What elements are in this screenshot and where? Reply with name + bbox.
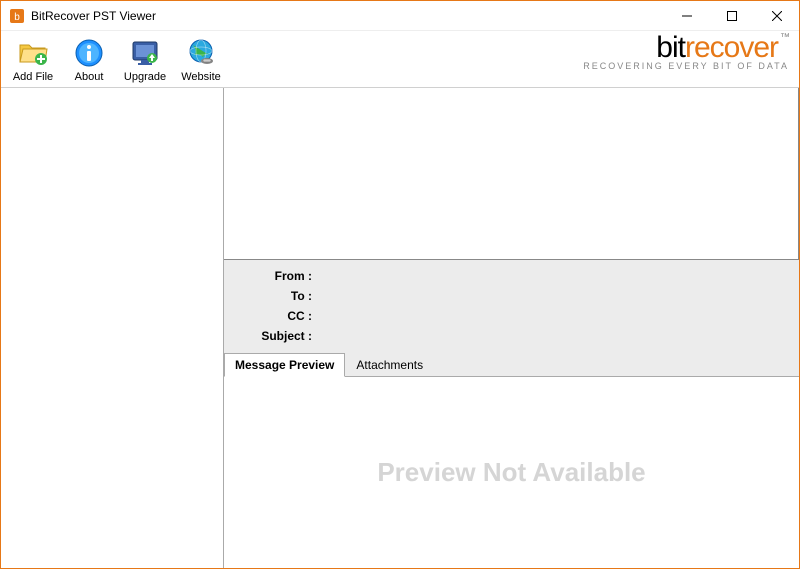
brand-tagline: RECOVERING EVERY BIT OF DATA xyxy=(583,61,789,71)
about-button[interactable]: About xyxy=(61,35,117,83)
svg-text:b: b xyxy=(14,12,20,23)
brand-bit: bit xyxy=(656,31,685,64)
folder-add-icon xyxy=(17,37,49,69)
add-file-button[interactable]: Add File xyxy=(5,35,61,83)
title-bar: b BitRecover PST Viewer xyxy=(1,1,799,31)
from-label: From : xyxy=(224,266,316,286)
close-button[interactable] xyxy=(754,1,799,30)
add-file-label: Add File xyxy=(13,71,53,83)
brand-logo: bitrecover™ RECOVERING EVERY BIT OF DATA xyxy=(583,33,789,71)
upgrade-label: Upgrade xyxy=(124,71,166,83)
cc-row: CC : xyxy=(224,306,799,326)
preview-panel: Preview Not Available xyxy=(224,377,799,568)
app-icon: b xyxy=(9,8,25,24)
brand-tm: ™ xyxy=(780,32,789,43)
minimize-button[interactable] xyxy=(664,1,709,30)
info-icon xyxy=(73,37,105,69)
message-headers: From : To : CC : Subject : xyxy=(224,260,799,352)
to-label: To : xyxy=(224,286,316,306)
maximize-button[interactable] xyxy=(709,1,754,30)
about-label: About xyxy=(75,71,104,83)
tabs: Message Preview Attachments xyxy=(224,352,799,377)
website-button[interactable]: Website xyxy=(173,35,229,83)
main-area: From : To : CC : Subject : Message Previ… xyxy=(1,87,799,568)
subject-label: Subject : xyxy=(224,326,316,346)
website-label: Website xyxy=(181,71,221,83)
tab-attachments[interactable]: Attachments xyxy=(345,353,434,377)
subject-value xyxy=(316,326,799,346)
folder-tree-panel[interactable] xyxy=(1,88,224,568)
right-panel: From : To : CC : Subject : Message Previ… xyxy=(224,88,799,568)
upgrade-icon xyxy=(129,37,161,69)
message-list-panel[interactable] xyxy=(224,88,799,260)
preview-placeholder: Preview Not Available xyxy=(377,457,645,488)
from-value xyxy=(316,266,799,286)
toolbar: Add File About Upgrade xyxy=(1,31,799,87)
cc-label: CC : xyxy=(224,306,316,326)
upgrade-button[interactable]: Upgrade xyxy=(117,35,173,83)
cc-value xyxy=(316,306,799,326)
tab-message-preview[interactable]: Message Preview xyxy=(224,353,345,377)
to-value xyxy=(316,286,799,306)
from-row: From : xyxy=(224,266,799,286)
to-row: To : xyxy=(224,286,799,306)
subject-row: Subject : xyxy=(224,326,799,346)
brand-recover: recover xyxy=(685,31,778,64)
window-title: BitRecover PST Viewer xyxy=(31,9,664,23)
globe-icon xyxy=(185,37,217,69)
